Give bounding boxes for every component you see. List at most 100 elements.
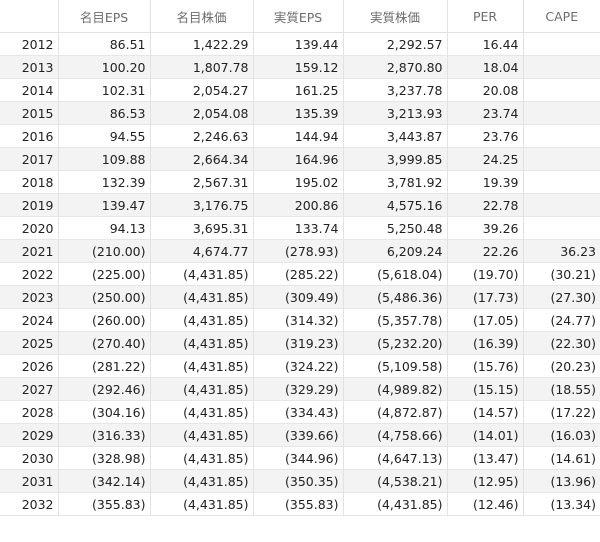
year-cell: 2022 (0, 262, 59, 286)
real-eps-cell: (324.22) (253, 354, 344, 378)
header-nominal-price: 名目株価 (150, 0, 254, 33)
real-price-cell: 3,443.87 (343, 124, 448, 148)
nominal-eps-cell: (210.00) (58, 239, 151, 263)
table-row: 2014 102.31 2,054.27 161.25 3,237.78 20.08 (0, 78, 600, 102)
per-cell: (14.57) (447, 400, 524, 424)
real-price-cell: (4,989.82) (343, 377, 448, 401)
cape-cell: (18.55) (523, 377, 600, 401)
real-price-cell: 5,250.48 (343, 216, 448, 240)
table-row: 2020 94.13 3,695.31 133.74 5,250.48 39.26 (0, 216, 600, 240)
real-price-cell: 3,781.92 (343, 170, 448, 194)
nominal-price-cell: (4,431.85) (150, 331, 254, 355)
nominal-price-cell: (4,431.85) (150, 423, 254, 447)
year-cell: 2016 (0, 124, 59, 148)
table-row: 2032 (355.83) (4,431.85) (355.83) (4,431.85)… (0, 492, 600, 516)
per-cell: 16.44 (447, 32, 524, 56)
year-cell: 2028 (0, 400, 59, 424)
nominal-price-cell: 3,176.75 (150, 193, 254, 217)
nominal-price-cell: 2,567.31 (150, 170, 254, 194)
cape-cell: (13.96) (523, 469, 600, 493)
nominal-eps-cell: 86.53 (58, 101, 151, 125)
real-eps-cell: (314.32) (253, 308, 344, 332)
cape-cell: (14.61) (523, 446, 600, 470)
nominal-price-cell: 2,664.34 (150, 147, 254, 171)
nominal-eps-cell: (342.14) (58, 469, 151, 493)
real-eps-cell: 139.44 (253, 32, 344, 56)
real-eps-cell: (329.29) (253, 377, 344, 401)
table-row: 2015 86.53 2,054.08 135.39 3,213.93 23.74 (0, 101, 600, 125)
nominal-price-cell: (4,431.85) (150, 400, 254, 424)
per-cell: 24.25 (447, 147, 524, 171)
per-cell: 20.08 (447, 78, 524, 102)
real-eps-cell: 195.02 (253, 170, 344, 194)
table-row: 2022 (225.00) (4,431.85) (285.22) (5,618.04)… (0, 262, 600, 286)
year-cell: 2017 (0, 147, 59, 171)
per-cell: (17.73) (447, 285, 524, 309)
table-row: 2031 (342.14) (4,431.85) (350.35) (4,538.21)… (0, 469, 600, 493)
year-cell: 2020 (0, 216, 59, 240)
per-cell: (12.95) (447, 469, 524, 493)
table-row: 2027 (292.46) (4,431.85) (329.29) (4,989.82)… (0, 377, 600, 401)
real-price-cell: (4,431.85) (343, 492, 448, 516)
per-cell: (13.47) (447, 446, 524, 470)
table-row: 2023 (250.00) (4,431.85) (309.49) (5,486.36)… (0, 285, 600, 309)
year-cell: 2014 (0, 78, 59, 102)
real-eps-cell: (319.23) (253, 331, 344, 355)
real-eps-cell: (285.22) (253, 262, 344, 286)
cape-cell (523, 216, 600, 240)
nominal-price-cell: (4,431.85) (150, 285, 254, 309)
nominal-eps-cell: (292.46) (58, 377, 151, 401)
nominal-eps-cell: 109.88 (58, 147, 151, 171)
real-eps-cell: (339.66) (253, 423, 344, 447)
nominal-price-cell: 2,054.08 (150, 101, 254, 125)
header-real-eps: 実質EPS (253, 0, 344, 33)
per-cell: 22.78 (447, 193, 524, 217)
table-row: 2013 100.20 1,807.78 159.12 2,870.80 18.04 (0, 55, 600, 79)
real-eps-cell: 200.86 (253, 193, 344, 217)
per-cell: (17.05) (447, 308, 524, 332)
real-price-cell: 3,237.78 (343, 78, 448, 102)
nominal-eps-cell: 100.20 (58, 55, 151, 79)
year-cell: 2030 (0, 446, 59, 470)
real-price-cell: (5,109.58) (343, 354, 448, 378)
year-cell: 2025 (0, 331, 59, 355)
year-cell: 2018 (0, 170, 59, 194)
header-nominal-eps: 名目EPS (58, 0, 151, 33)
table-row: 2029 (316.33) (4,431.85) (339.66) (4,758.66)… (0, 423, 600, 447)
nominal-price-cell: 3,695.31 (150, 216, 254, 240)
nominal-price-cell: (4,431.85) (150, 354, 254, 378)
table-row: 2025 (270.40) (4,431.85) (319.23) (5,232.20)… (0, 331, 600, 355)
real-eps-cell: 135.39 (253, 101, 344, 125)
real-price-cell: 2,870.80 (343, 55, 448, 79)
per-cell: (12.46) (447, 492, 524, 516)
nominal-eps-cell: (304.16) (58, 400, 151, 424)
per-cell: (15.76) (447, 354, 524, 378)
nominal-eps-cell: (260.00) (58, 308, 151, 332)
nominal-price-cell: 1,807.78 (150, 55, 254, 79)
table-row: 2028 (304.16) (4,431.85) (334.43) (4,872.87)… (0, 400, 600, 424)
real-eps-cell: (334.43) (253, 400, 344, 424)
cape-cell (523, 32, 600, 56)
real-price-cell: 3,999.85 (343, 147, 448, 171)
per-cell: 23.74 (447, 101, 524, 125)
per-cell: 23.76 (447, 124, 524, 148)
eps-price-table: 名目EPS 名目株価 実質EPS 実質株価 PER CAPE 2012 86.51… (0, 0, 600, 516)
real-eps-cell: (344.96) (253, 446, 344, 470)
header-per: PER (447, 0, 524, 33)
per-cell: 22.26 (447, 239, 524, 263)
nominal-eps-cell: 139.47 (58, 193, 151, 217)
year-cell: 2029 (0, 423, 59, 447)
year-cell: 2031 (0, 469, 59, 493)
year-cell: 2032 (0, 492, 59, 516)
nominal-price-cell: (4,431.85) (150, 469, 254, 493)
real-price-cell: 6,209.24 (343, 239, 448, 263)
table-row: 2017 109.88 2,664.34 164.96 3,999.85 24.25 (0, 147, 600, 171)
real-price-cell: (5,232.20) (343, 331, 448, 355)
cape-cell: 36.23 (523, 239, 600, 263)
cape-cell (523, 124, 600, 148)
per-cell: (16.39) (447, 331, 524, 355)
nominal-eps-cell: 132.39 (58, 170, 151, 194)
real-price-cell: 4,575.16 (343, 193, 448, 217)
year-cell: 2012 (0, 32, 59, 56)
real-price-cell: (5,618.04) (343, 262, 448, 286)
